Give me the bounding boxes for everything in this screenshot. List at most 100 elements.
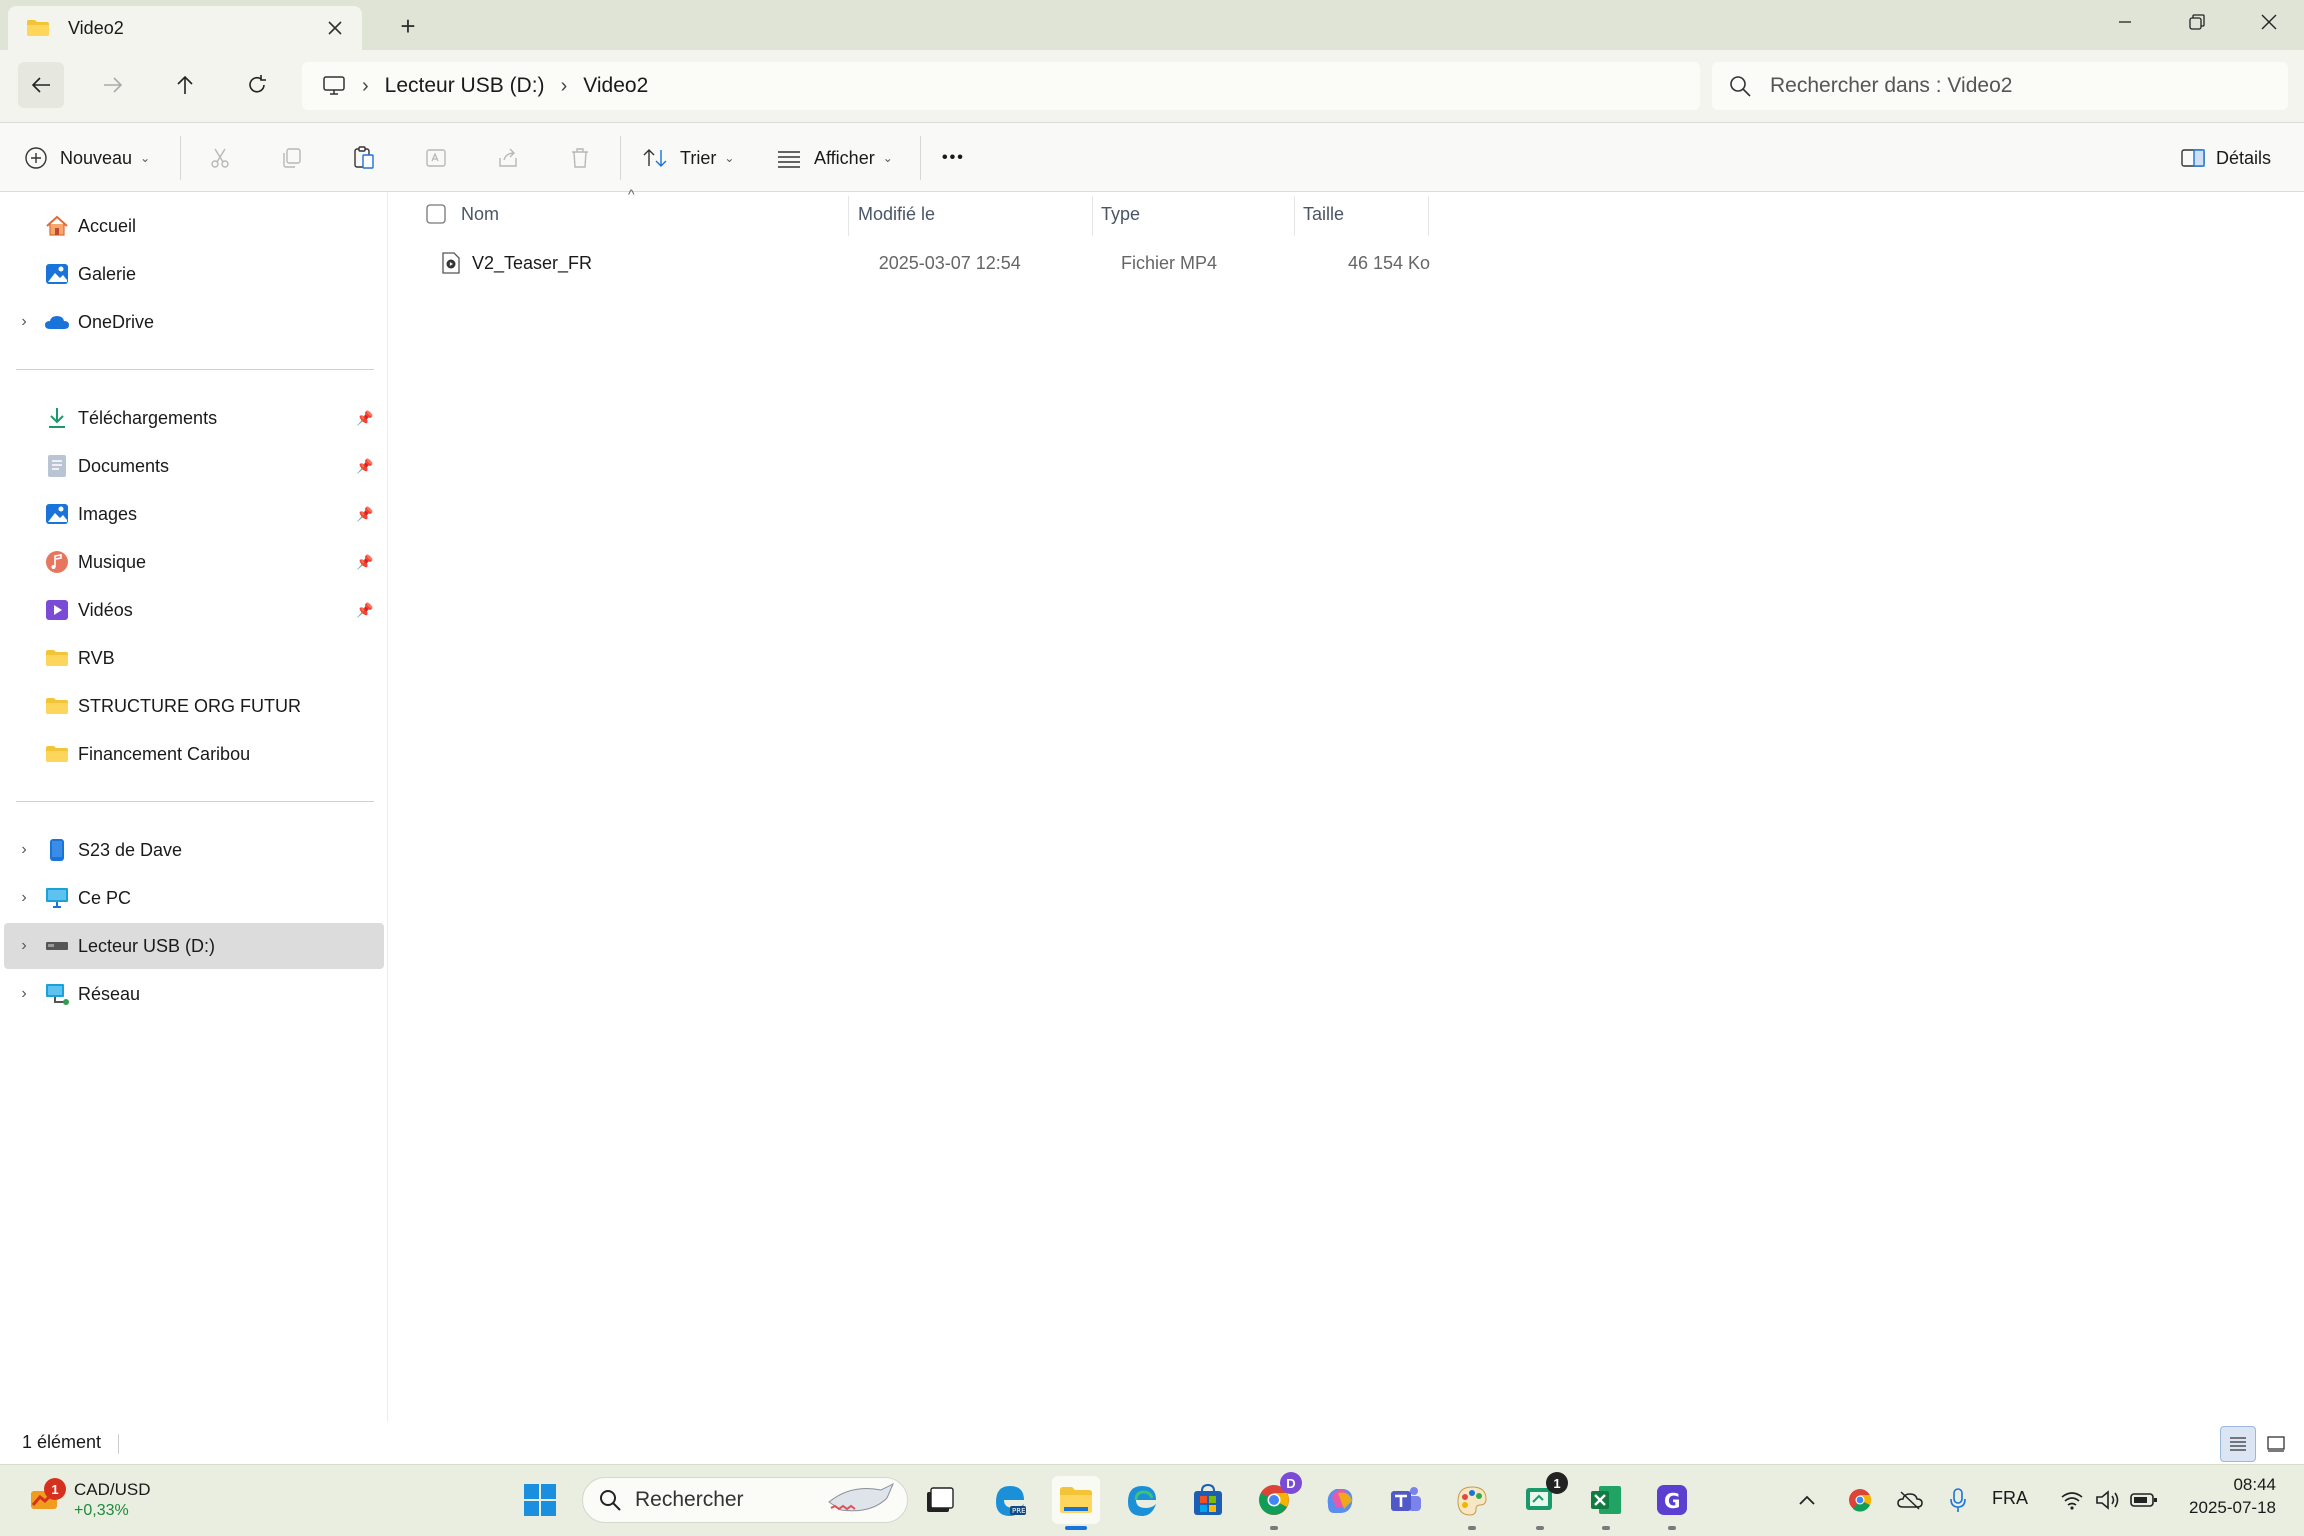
svg-text:PRE: PRE <box>1012 1507 1026 1515</box>
close-window-button[interactable] <box>2234 0 2304 44</box>
column-divider[interactable] <box>1428 196 1429 236</box>
sidebar-item-images[interactable]: Images 📌 <box>4 491 384 537</box>
start-button[interactable] <box>516 1476 564 1524</box>
sidebar-item-ce-pc[interactable]: › Ce PC <box>4 875 384 921</box>
taskbar-app-grammarly[interactable]: G <box>1648 1476 1696 1530</box>
column-divider[interactable] <box>1092 196 1093 236</box>
tab-video2[interactable]: Video2 <box>8 6 362 50</box>
select-all-checkbox[interactable] <box>426 196 446 232</box>
back-button[interactable] <box>18 62 64 108</box>
divider <box>16 369 374 370</box>
address-bar[interactable]: › Lecteur USB (D:) › Video2 <box>302 62 1700 110</box>
sidebar-item-label: Ce PC <box>78 887 132 908</box>
widgets-button[interactable]: 1 CAD/USD +0,33% <box>26 1476 176 1524</box>
search-placeholder: Rechercher dans : Video2 <box>1770 74 2013 97</box>
sidebar-item-documents[interactable]: Documents 📌 <box>4 443 384 489</box>
taskbar-app-edge[interactable] <box>1118 1476 1166 1524</box>
clock[interactable]: 08:44 2025-07-18 <box>2176 1474 2276 1520</box>
view-button[interactable]: Afficher ⌄ <box>776 138 893 178</box>
details-button[interactable]: Détails <box>2180 138 2271 178</box>
sidebar-item-s23-de-dave[interactable]: › S23 de Dave <box>4 827 384 873</box>
tray-microphone[interactable] <box>1940 1476 1976 1524</box>
taskbar-app-excel[interactable] <box>1582 1476 1630 1530</box>
taskbar-app-copilot[interactable] <box>1316 1476 1364 1524</box>
taskbar-app-paint[interactable] <box>1448 1476 1496 1530</box>
taskbar-app-teams[interactable] <box>1382 1476 1430 1524</box>
minimize-button[interactable] <box>2090 0 2160 44</box>
notes-badge: 1 <box>1546 1472 1568 1494</box>
column-header-name[interactable]: Nom <box>461 196 499 232</box>
share-button[interactable] <box>490 140 526 176</box>
pin-icon[interactable]: 📌 <box>356 554 376 571</box>
taskbar-app-edge-pre[interactable]: PRE <box>986 1476 1034 1524</box>
close-icon[interactable] <box>322 15 348 41</box>
sidebar-item-structure-org-futur[interactable]: STRUCTURE ORG FUTUR <box>4 683 384 729</box>
copy-button[interactable] <box>274 140 310 176</box>
new-tab-button[interactable]: + <box>392 10 424 42</box>
minimize-icon <box>2119 21 2131 23</box>
breadcrumb-video2[interactable]: Video2 <box>583 74 648 98</box>
search-input[interactable]: Rechercher dans : Video2 <box>1712 62 2288 110</box>
view-list-icon <box>778 151 800 168</box>
taskbar-app-chrome[interactable]: D <box>1250 1472 1302 1530</box>
tiles-view-button[interactable] <box>2258 1426 2294 1462</box>
delete-button[interactable] <box>562 140 598 176</box>
chevron-right-icon[interactable]: › <box>4 313 44 331</box>
chevron-right-icon[interactable]: › <box>4 985 44 1003</box>
sidebar-item-musique[interactable]: Musique 📌 <box>4 539 384 585</box>
task-view-button[interactable] <box>916 1476 964 1524</box>
pin-icon[interactable]: 📌 <box>356 458 376 475</box>
sidebar-item-financement-caribou[interactable]: Financement Caribou <box>4 731 384 777</box>
column-divider[interactable] <box>848 196 849 236</box>
folder-icon <box>27 20 49 36</box>
sidebar-item-onedrive[interactable]: › OneDrive <box>4 299 384 345</box>
paste-button[interactable] <box>346 140 382 176</box>
pin-icon[interactable]: 📌 <box>356 506 376 523</box>
cut-button[interactable] <box>202 140 238 176</box>
more-options-button[interactable]: ••• <box>942 138 965 178</box>
sidebar-item-galerie[interactable]: Galerie <box>4 251 384 297</box>
table-row[interactable]: V2_Teaser_FR 2025-03-07 12:54 Fichier MP… <box>420 244 1430 282</box>
refresh-button[interactable] <box>234 62 280 108</box>
tray-onedrive[interactable] <box>1892 1476 1928 1524</box>
pin-icon[interactable]: 📌 <box>356 410 376 427</box>
column-header-size[interactable]: Taille <box>1303 196 1344 232</box>
sidebar-item-rvb[interactable]: RVB <box>4 635 384 681</box>
rename-button[interactable] <box>418 140 454 176</box>
column-header-type[interactable]: Type <box>1101 196 1140 232</box>
column-divider[interactable] <box>1294 196 1295 236</box>
chevron-right-icon[interactable]: › <box>4 889 44 907</box>
download-icon <box>44 406 70 430</box>
show-hidden-icons-button[interactable] <box>1790 1476 1824 1524</box>
close-icon <box>2261 14 2277 30</box>
details-view-button[interactable] <box>2220 1426 2256 1462</box>
sidebar-item-accueil[interactable]: Accueil <box>4 203 384 249</box>
forward-button[interactable] <box>90 62 136 108</box>
breadcrumb-lecteur-usb[interactable]: Lecteur USB (D:) <box>385 74 545 98</box>
restore-button[interactable] <box>2162 0 2232 44</box>
sort-icon <box>643 149 667 167</box>
chevron-right-icon[interactable]: › <box>4 841 44 859</box>
tray-chrome[interactable] <box>1842 1476 1878 1524</box>
up-button[interactable] <box>162 62 208 108</box>
sort-button[interactable]: Trier ⌄ <box>642 138 734 178</box>
taskbar-search[interactable]: Rechercher <box>582 1477 908 1523</box>
tray-wifi[interactable] <box>2054 1476 2090 1524</box>
divider <box>620 136 621 180</box>
taskbar-app-file-explorer[interactable] <box>1052 1476 1100 1530</box>
sidebar-item-telechargements[interactable]: Téléchargements 📌 <box>4 395 384 441</box>
restore-icon <box>2189 14 2205 30</box>
taskbar-app-store[interactable] <box>1184 1476 1232 1524</box>
pin-icon[interactable]: 📌 <box>356 602 376 619</box>
pc-icon <box>44 886 70 910</box>
chevron-right-icon[interactable]: › <box>4 937 44 955</box>
sidebar-item-videos[interactable]: Vidéos 📌 <box>4 587 384 633</box>
column-header-modified[interactable]: Modifié le <box>858 196 935 232</box>
language-indicator[interactable]: FRA <box>1992 1488 2028 1509</box>
new-button[interactable]: Nouveau ⌄ <box>24 138 150 178</box>
taskbar-app-whiteboard[interactable]: 1 <box>1516 1472 1568 1530</box>
tray-battery[interactable] <box>2126 1476 2162 1524</box>
sidebar-item-reseau[interactable]: › Réseau <box>4 971 384 1017</box>
tray-volume[interactable] <box>2090 1476 2126 1524</box>
sidebar-item-lecteur-usb[interactable]: › Lecteur USB (D:) <box>4 923 384 969</box>
